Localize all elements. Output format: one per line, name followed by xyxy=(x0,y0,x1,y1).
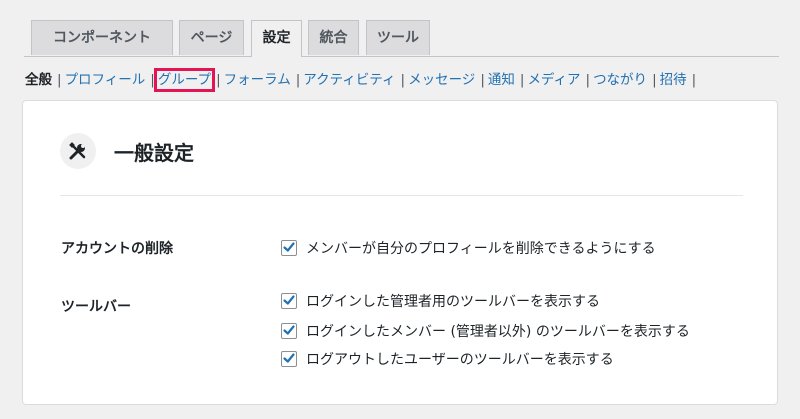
subnav-separator: | xyxy=(585,72,591,88)
option-label: メンバーが自分のプロフィールを削除できるようにする xyxy=(306,241,656,257)
general-settings-card: 一般設定 アカウントの削除 メンバーが自分のプロフィールを削除できるようにする … xyxy=(22,100,778,405)
option-label: ログアウトしたユーザーのツールバーを表示する xyxy=(306,352,614,368)
subnav-item-groups[interactable]: グループ xyxy=(153,68,216,92)
subnav-separator: | xyxy=(400,72,406,88)
option-allow-profile-deletion[interactable]: メンバーが自分のプロフィールを削除できるようにする xyxy=(281,239,656,257)
subnav-separator: | xyxy=(295,72,301,88)
subnav-separator: | xyxy=(57,72,62,88)
subnav-item-forums[interactable]: フォーラム xyxy=(224,72,291,88)
tab-components[interactable]: コンポーネント xyxy=(31,20,173,55)
option-toolbar-members[interactable]: ログインしたメンバー (管理者以外) のツールバーを表示する xyxy=(281,322,690,340)
subnav-item-media[interactable]: メディア xyxy=(527,72,580,88)
divider xyxy=(60,195,743,196)
subnav-item-invites[interactable]: 招待 xyxy=(660,72,687,88)
option-toolbar-logged-out[interactable]: ログアウトしたユーザーのツールバーを表示する xyxy=(281,350,614,368)
subnav-item-messages[interactable]: メッセージ xyxy=(408,72,475,88)
subnav-item-connections[interactable]: つながり xyxy=(593,72,647,88)
tools-icon xyxy=(60,133,96,169)
tab-settings[interactable]: 設定 xyxy=(251,20,302,57)
option-label: ログインした管理者用のツールバーを表示する xyxy=(306,294,600,310)
subnav-separator: | xyxy=(150,72,155,88)
checkbox-checked[interactable] xyxy=(281,351,297,367)
tab-integrations[interactable]: 統合 xyxy=(308,20,359,55)
toolbar-label: ツールバー xyxy=(61,299,131,315)
subnav-item-activity[interactable]: アクティビティ xyxy=(303,72,395,88)
checkbox-checked[interactable] xyxy=(281,323,297,339)
subnav-item-notifications[interactable]: 通知 xyxy=(488,72,515,88)
subnav-separator: | xyxy=(216,72,221,88)
settings-tabs: コンポーネント ページ 設定 統合 ツール xyxy=(24,18,779,57)
account-deletion-label: アカウントの削除 xyxy=(61,241,173,257)
option-label: ログインしたメンバー (管理者以外) のツールバーを表示する xyxy=(306,324,690,340)
tab-pages[interactable]: ページ xyxy=(179,20,244,55)
subnav-separator: | xyxy=(480,72,485,88)
subnav-separator: | xyxy=(519,72,525,88)
subnav-item-general: 全般 xyxy=(25,72,52,88)
checkbox-checked[interactable] xyxy=(281,293,297,309)
subnav-separator: | xyxy=(652,72,657,88)
subnav-item-profile[interactable]: プロフィール xyxy=(65,72,146,88)
subnav-separator: | xyxy=(691,72,697,88)
checkbox-checked[interactable] xyxy=(281,240,297,256)
card-title: 一般設定 xyxy=(114,141,194,165)
option-toolbar-admins[interactable]: ログインした管理者用のツールバーを表示する xyxy=(281,292,600,310)
tab-tools[interactable]: ツール xyxy=(366,20,430,55)
settings-subnav: 全般 | プロフィール | グループ | フォーラム | アクティビティ | メッセージ | 通知 | メデ… xyxy=(25,68,785,92)
